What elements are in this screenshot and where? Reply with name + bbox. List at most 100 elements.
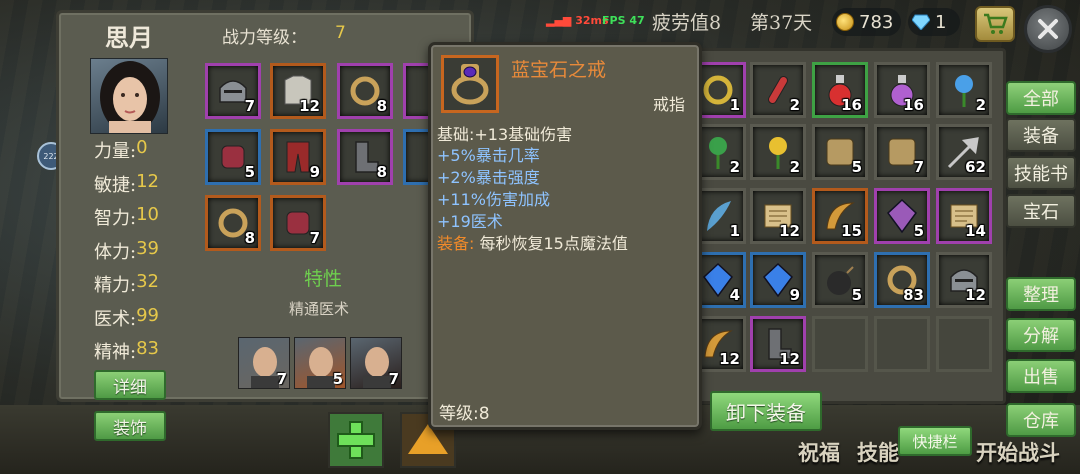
tab-equipment[interactable]: 装备 — [1006, 118, 1076, 152]
equipment-slot[interactable]: 7 — [205, 63, 261, 119]
item-tooltip: 蓝宝石之戒 戒指 基础:+13基础伤害 +5%暴击几率 +2%暴击强度 +11%… — [428, 42, 702, 430]
equipment-slot[interactable]: 12 — [270, 63, 326, 119]
power-level-value: 7 — [335, 23, 346, 43]
stat-value: 39 — [136, 237, 159, 259]
companion-level: 7 — [388, 370, 399, 388]
detail-button[interactable]: 详细 — [94, 370, 166, 400]
inventory-empty-slot[interactable] — [812, 316, 868, 372]
cart-icon — [984, 13, 1008, 34]
item-count: 4 — [729, 286, 740, 304]
stat-label: 力量: — [94, 141, 137, 162]
item-count: 12 — [965, 286, 986, 304]
sort-button[interactable]: 整理 — [1006, 277, 1076, 311]
unequip-button[interactable]: 卸下装备 — [710, 391, 822, 431]
power-level-label: 战力等级： — [222, 28, 307, 48]
storage-button[interactable]: 仓库 — [1006, 403, 1076, 437]
inventory-slot[interactable]: 12 — [936, 252, 992, 308]
item-count: 12 — [719, 350, 740, 368]
equipment-slot[interactable]: 8 — [337, 129, 393, 185]
close-button[interactable] — [1024, 5, 1072, 53]
inventory-slot[interactable]: 12 — [750, 188, 806, 244]
inventory-slot[interactable]: 16 — [812, 62, 868, 118]
inventory-slot[interactable]: 2 — [750, 124, 806, 180]
blessing-label[interactable]: 祝福 — [798, 437, 840, 467]
item-count: 8 — [244, 229, 255, 247]
stat-value: 83 — [136, 338, 159, 359]
item-count: 14 — [965, 222, 986, 240]
tab-gems[interactable]: 宝石 — [1006, 194, 1076, 228]
stat-row: 精力: 32 — [94, 271, 159, 297]
tooltip-item-icon — [441, 55, 499, 113]
inventory-slot[interactable]: 5 — [874, 188, 930, 244]
item-count: 9 — [309, 163, 320, 181]
inventory-slot[interactable]: 2 — [936, 62, 992, 118]
stat-value: 0 — [136, 137, 148, 158]
stat-row: 精神: 83 — [94, 338, 159, 364]
companion-slot[interactable]: 7 — [350, 337, 402, 389]
ping-indicator: ▂▄▆ 32ms — [546, 14, 609, 27]
inventory-empty-slot[interactable] — [936, 316, 992, 372]
inventory-slot[interactable]: 9 — [750, 252, 806, 308]
item-count: 1 — [729, 222, 740, 240]
sell-button[interactable]: 出售 — [1006, 359, 1076, 393]
inventory-slot[interactable]: 5 — [812, 124, 868, 180]
item-count: 16 — [841, 96, 862, 114]
item-count: 12 — [779, 350, 800, 368]
skill-label[interactable]: 技能 — [857, 437, 899, 467]
stat-row: 敏捷: 12 — [94, 171, 159, 197]
tab-skill-books[interactable]: 技能书 — [1006, 156, 1076, 190]
equipment-slot[interactable]: 7 — [270, 195, 326, 251]
inventory-empty-slot[interactable] — [874, 316, 930, 372]
stat-value: 32 — [136, 271, 159, 292]
tab-all[interactable]: 全部 — [1006, 81, 1076, 115]
item-count: 12 — [779, 222, 800, 240]
tooltip-item-name: 蓝宝石之戒 — [511, 59, 607, 81]
inventory-slot[interactable]: 14 — [936, 188, 992, 244]
woman-face-icon — [100, 61, 160, 133]
inventory-slot[interactable]: 83 — [874, 252, 930, 308]
stat-row: 医术: 99 — [94, 305, 159, 331]
inventory-slot[interactable]: 15 — [812, 188, 868, 244]
stat-label: 精神: — [94, 342, 137, 363]
quickbar-button[interactable]: 快捷栏 — [898, 426, 972, 456]
item-count: 2 — [729, 158, 740, 176]
inventory-slot[interactable]: 2 — [750, 62, 806, 118]
inventory-slot[interactable]: 16 — [874, 62, 930, 118]
equipment-slot[interactable]: 8 — [205, 195, 261, 251]
equipment-slot[interactable]: 8 — [337, 63, 393, 119]
shop-button[interactable] — [975, 6, 1015, 42]
stat-label: 敏捷: — [94, 174, 137, 196]
item-count: 8 — [376, 163, 387, 181]
tooltip-bonus: +2%暴击强度 — [437, 168, 540, 187]
coin-icon — [836, 13, 854, 31]
start-battle-label[interactable]: 开始战斗 — [976, 437, 1060, 467]
fatigue-value: 疲劳值8 — [652, 12, 722, 34]
item-count: 5 — [851, 286, 862, 304]
character-portrait — [90, 58, 168, 134]
item-count: 9 — [789, 286, 800, 304]
item-count: 5 — [244, 163, 255, 181]
companion-slot[interactable]: 7 — [238, 337, 290, 389]
equipment-slot[interactable]: 5 — [205, 129, 261, 185]
dismantle-button[interactable]: 分解 — [1006, 318, 1076, 352]
item-count: 2 — [789, 96, 800, 114]
item-count: 7 — [913, 158, 924, 176]
green-cross-icon — [337, 421, 375, 459]
tooltip-bonus: +11%伤害加成 — [437, 190, 550, 209]
decoration-button[interactable]: 装饰 — [94, 411, 166, 441]
stat-label: 智力: — [94, 208, 137, 229]
companion-slot[interactable]: 5 — [294, 337, 346, 389]
inventory-slot[interactable]: 7 — [874, 124, 930, 180]
item-count: 8 — [376, 97, 387, 115]
inventory-slot[interactable]: 12 — [750, 316, 806, 372]
heal-quick-slot[interactable] — [328, 412, 384, 468]
item-count: 2 — [789, 158, 800, 176]
item-count: 16 — [903, 96, 924, 114]
tooltip-equip-effect: 装备: 每秒恢复15点魔法值 — [437, 234, 628, 253]
tooltip-item-type: 戒指 — [652, 95, 685, 114]
equipment-slot[interactable]: 9 — [270, 129, 326, 185]
inventory-slot[interactable]: 5 — [812, 252, 868, 308]
inventory-slot[interactable]: 62 — [936, 124, 992, 180]
item-count: 7 — [244, 97, 255, 115]
stat-row: 体力: 39 — [94, 238, 159, 264]
